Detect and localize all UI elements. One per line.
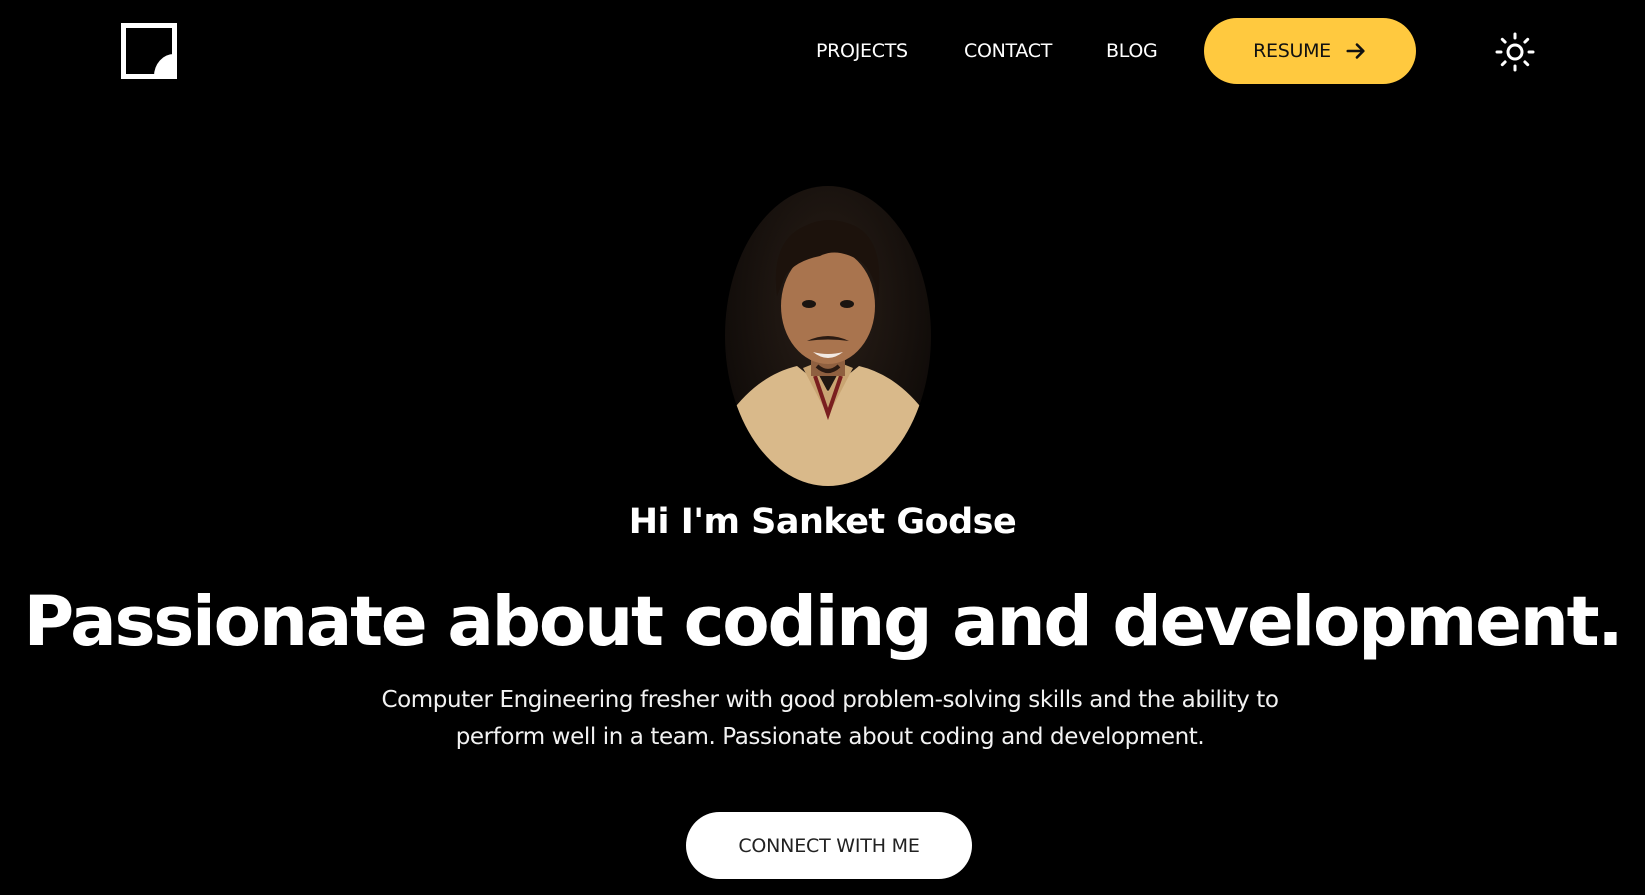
resume-button[interactable]: RESUME (1204, 18, 1416, 84)
profile-photo (725, 186, 931, 486)
arrow-right-icon (1346, 43, 1365, 59)
portfolio-page: PROJECTS CONTACT BLOG RESUME Hi I'm Sank… (0, 0, 1645, 895)
hero-bio: Computer Engineering fresher with good p… (381, 687, 1279, 750)
hero-greeting: Hi I'm Sanket Godse (628, 502, 1017, 542)
resume-button-label: RESUME (1253, 40, 1331, 62)
hero-headline: Passionate about coding and development. (23, 582, 1624, 662)
top-nav: PROJECTS CONTACT BLOG RESUME (0, 18, 1645, 84)
sun-icon[interactable] (1495, 32, 1535, 72)
nav-link-projects[interactable]: PROJECTS (816, 40, 908, 62)
profile-photo-illustration (725, 220, 931, 486)
nav-link-blog[interactable]: BLOG (1106, 40, 1158, 62)
connect-button-label: CONNECT WITH ME (738, 834, 920, 857)
nav-link-contact[interactable]: CONTACT (964, 40, 1052, 62)
connect-with-me-button[interactable]: CONNECT WITH ME (686, 812, 972, 879)
